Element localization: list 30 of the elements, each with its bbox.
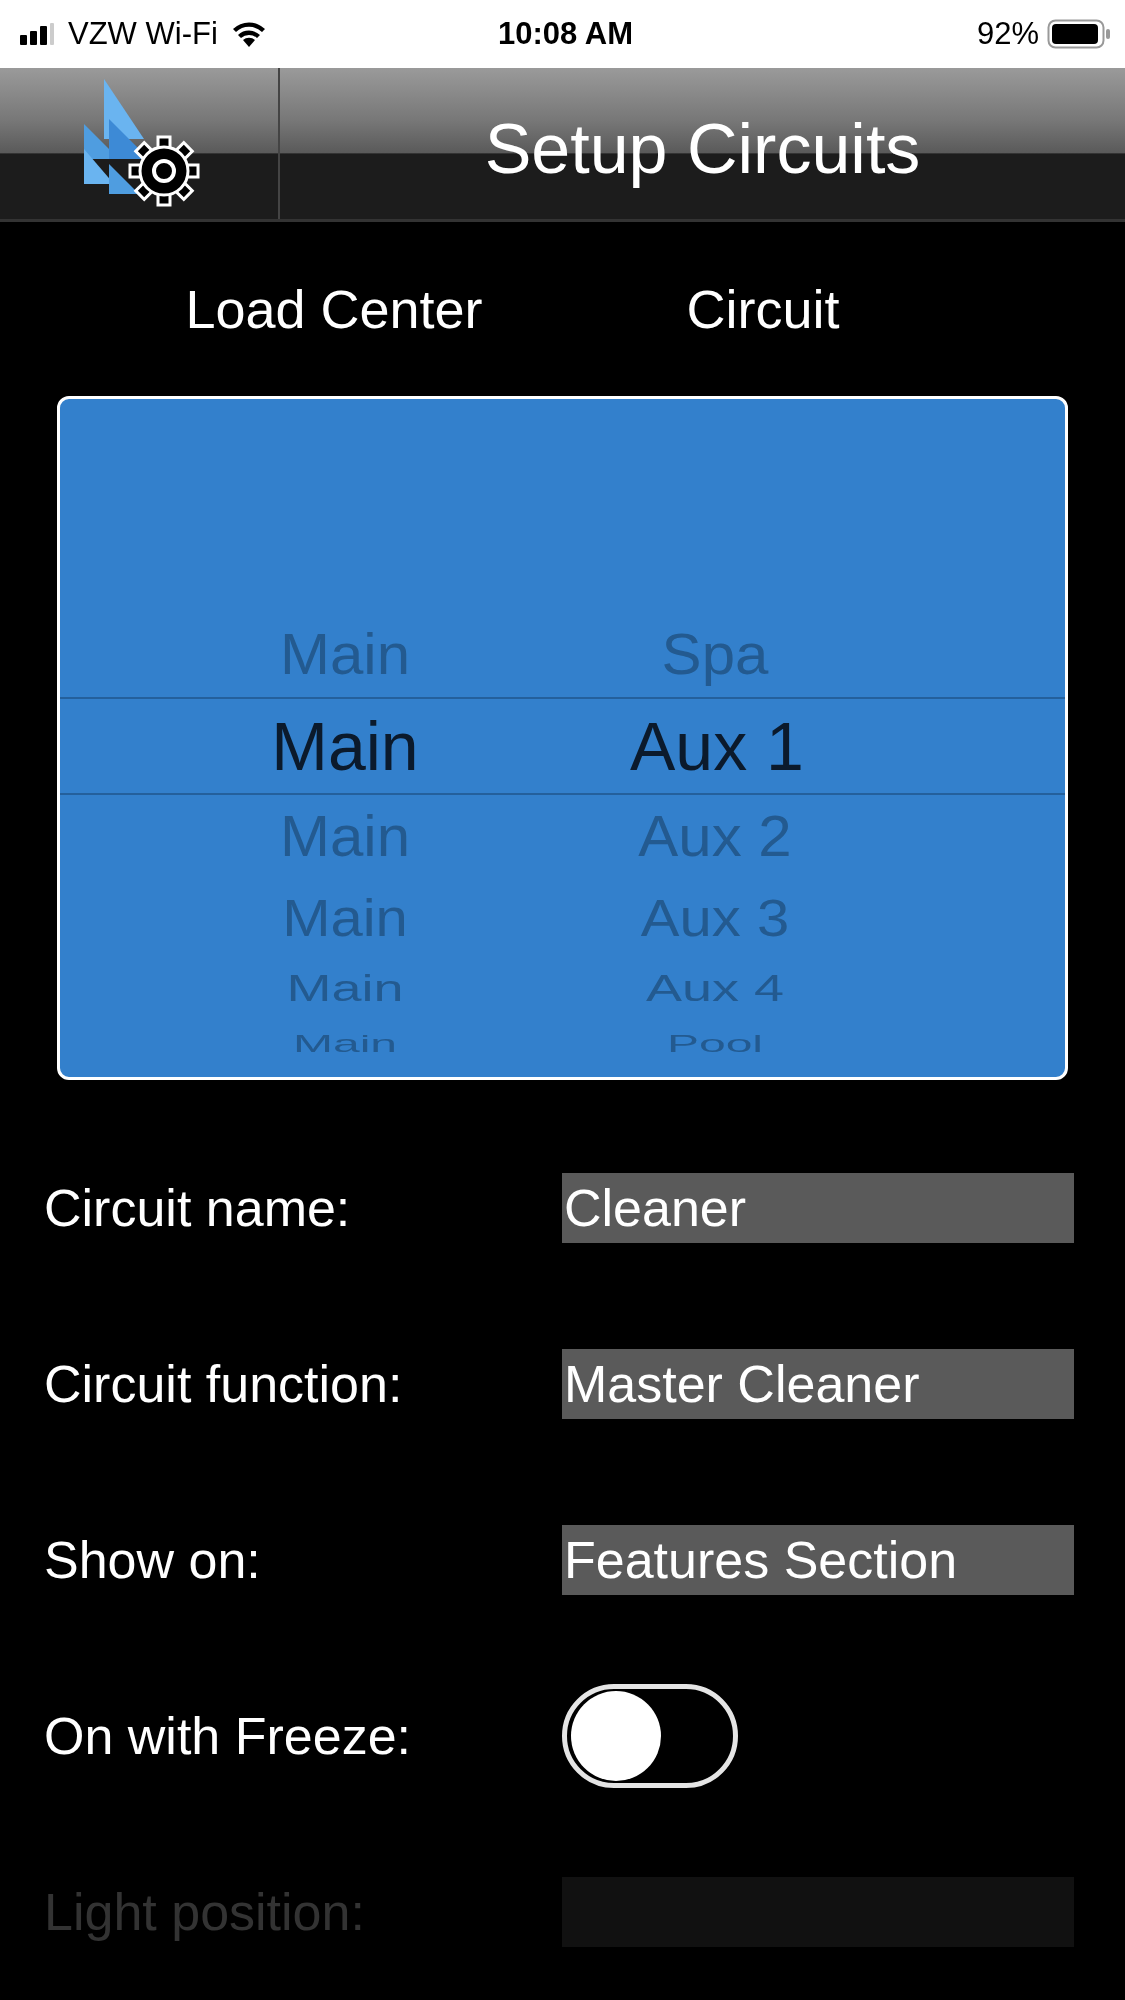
input-field[interactable]: Master Cleaner <box>562 1349 1074 1419</box>
picker-value: Spa <box>660 626 770 684</box>
wifi-icon <box>231 21 266 48</box>
picker-value: Main <box>278 808 412 866</box>
carrier-name: VZW Wi-Fi <box>68 16 218 53</box>
picker-value: Main <box>270 711 420 780</box>
input-field[interactable]: Cleaner <box>562 1173 1074 1243</box>
picker-value: Main <box>291 1031 398 1056</box>
picker-value: Aux 2 <box>637 808 793 866</box>
column-header: Load Center <box>184 278 484 341</box>
screen-title: Setup Circuits <box>483 108 922 190</box>
column-header: Circuit <box>685 278 841 341</box>
setting-label: Show on: <box>44 1530 262 1590</box>
battery-icon <box>1047 19 1111 50</box>
picker-value: Pool <box>665 1031 765 1056</box>
setting-label: Circuit function: <box>44 1354 404 1414</box>
picker-value: Aux 3 <box>639 892 791 944</box>
picker-value: Aux 1 <box>630 711 800 780</box>
picker-value: Aux 4 <box>644 969 786 1007</box>
picker-value: Main <box>281 892 409 944</box>
setting-label: On with Freeze: <box>44 1706 413 1766</box>
picker-value: Main <box>278 626 412 684</box>
clock-time: 10:08 AM <box>498 16 633 53</box>
circuit-picker[interactable]: Main Spa Main Aux 1 Main Aux 2 Main Aux 3 Main Aux 4 Main Pool <box>57 395 1068 1080</box>
input-field[interactable]: Features Section <box>562 1525 1074 1595</box>
signal-icon <box>20 23 54 46</box>
battery-percent: 92% <box>976 16 1039 53</box>
setting-label: Circuit name: <box>44 1178 352 1238</box>
picker-value: Main <box>285 969 405 1007</box>
picker-row[interactable]: Main Aux 1 <box>60 696 1065 795</box>
